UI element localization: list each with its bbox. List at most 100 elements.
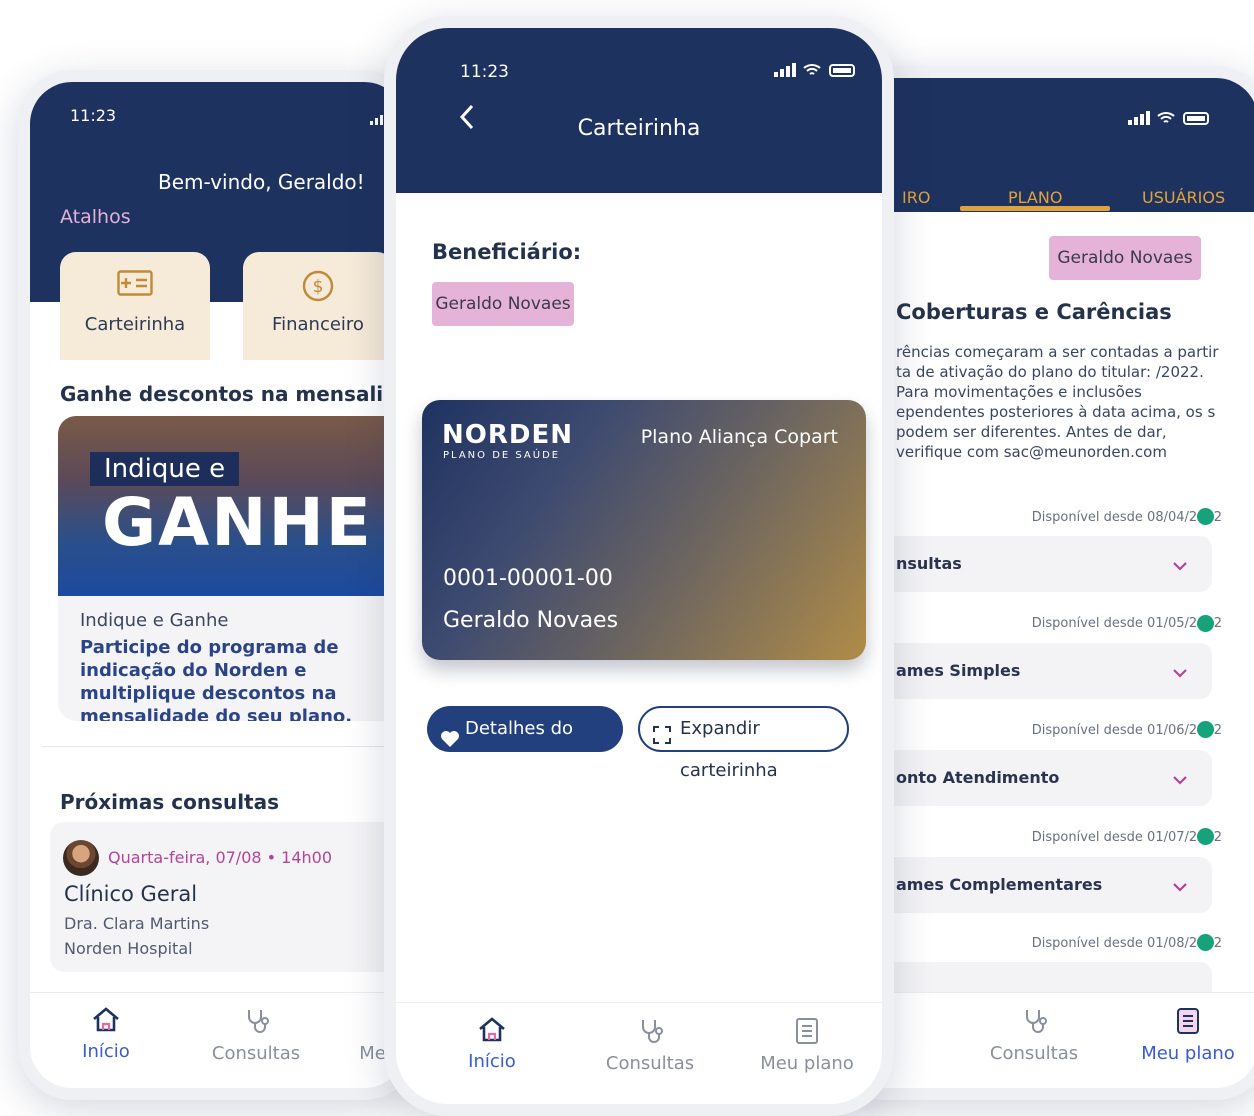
status-time: 11:23 <box>460 62 509 82</box>
status-dot <box>1197 828 1214 845</box>
shortcut-carteirinha[interactable]: Carteirinha <box>60 252 210 360</box>
document-icon <box>1128 1007 1248 1039</box>
document-icon <box>742 1017 872 1049</box>
coverage-text: rências começaram a ser contadas a parti… <box>896 343 1219 461</box>
promo-banner-tag: Indique e <box>90 452 240 486</box>
expand-card-label: Expandir carteirinha <box>680 718 778 781</box>
tab-label: Consultas <box>211 1043 301 1064</box>
promo-section-title: Ganhe descontos na mensalidade <box>60 382 418 406</box>
promo-card[interactable]: Indique e GANHE Indique e Ganhe Particip… <box>58 416 406 721</box>
status-time: 11:23 <box>70 106 117 125</box>
promo-subtitle: Indique e Ganhe <box>80 610 229 631</box>
phone-card-screen: 11:23 Carteirinha Beneficiário: Geraldo … <box>384 16 894 1116</box>
user-chip[interactable]: Geraldo Novaes <box>1049 236 1201 280</box>
chevron-down-icon <box>1172 556 1188 575</box>
dollar-circle-icon: $ <box>302 270 334 306</box>
shortcut-label: Carteirinha <box>84 314 186 335</box>
tab-financeiro[interactable]: IRO <box>902 188 930 207</box>
coverage-item[interactable]: ames Complementares <box>862 857 1212 913</box>
shortcut-label: Financeiro <box>272 314 364 335</box>
chevron-down-icon <box>1172 663 1188 682</box>
id-card-icon <box>117 270 153 300</box>
doctor-avatar <box>63 840 99 876</box>
plan-details-label: Detalhes do Plano <box>465 718 574 785</box>
welcome-message: Bem-vindo, Geraldo! <box>158 170 365 194</box>
chevron-down-icon <box>1172 877 1188 896</box>
stethoscope-icon <box>196 1007 316 1039</box>
tab-consultas[interactable]: Consultas <box>580 1017 720 1074</box>
tab-meu-plano[interactable]: Meu plano <box>1128 1007 1248 1064</box>
shortcuts-label: Atalhos <box>60 206 131 228</box>
promo-description: Participe do programa de indicação do No… <box>80 637 353 721</box>
coverage-item[interactable]: nsultas <box>862 536 1212 592</box>
tab-label: Meu plano <box>1141 1043 1235 1064</box>
availability-text: Disponível desde 01/08/2022 <box>1031 936 1222 951</box>
tab-inicio[interactable]: Início <box>46 1007 166 1062</box>
shortcut-financeiro[interactable]: $ Financeiro <box>243 252 393 360</box>
health-plan-card: NORDEN PLANO DE SAÚDE Plano Aliança Copa… <box>422 400 866 660</box>
next-appointments-title: Próximas consultas <box>60 790 280 814</box>
availability-text: Disponível desde 01/06/2022 <box>1031 723 1222 738</box>
tab-label: Consultas <box>989 1043 1079 1064</box>
plan-details-button[interactable]: Detalhes do Plano <box>427 706 623 785</box>
bottom-tab-bar: Início Consultas Meu plano <box>396 1002 882 1104</box>
chevron-down-icon <box>1172 770 1188 789</box>
bottom-tab-bar: Início Consultas Meu plano <box>30 992 406 1088</box>
card-brand-subtitle: PLANO DE SAÚDE <box>443 450 561 461</box>
tab-label: Início <box>82 1041 130 1062</box>
beneficiary-label: Beneficiário: <box>432 240 582 264</box>
tab-inicio[interactable]: Início <box>432 1017 552 1072</box>
home-icon <box>432 1017 552 1047</box>
stethoscope-icon <box>974 1007 1094 1039</box>
tab-consultas[interactable]: Consultas <box>974 1007 1094 1064</box>
appointment-hospital: Norden Hospital <box>64 939 193 958</box>
appointment-doctor: Dra. Clara Martins <box>64 914 210 933</box>
heart-icon <box>440 720 460 766</box>
coverage-title: Coberturas e Carências <box>896 300 1172 324</box>
tab-usuarios[interactable]: USUÁRIOS <box>1142 188 1225 207</box>
card-brand-logo: NORDEN <box>442 420 573 450</box>
coverage-item-label: onto Atendimento <box>896 768 1060 787</box>
card-plan-name: Plano Aliança Copart <box>640 426 838 448</box>
tab-plano[interactable]: PLANO <box>1008 188 1062 207</box>
beneficiary-chip[interactable]: Geraldo Novaes <box>432 282 574 326</box>
coverage-item-label: ames Complementares <box>896 875 1103 894</box>
coverage-item-label: nsultas <box>896 554 962 573</box>
promo-banner-headline: GANHE <box>102 484 373 561</box>
status-dot <box>1197 721 1214 738</box>
status-icons <box>774 62 864 82</box>
coverage-item[interactable]: ames Simples <box>862 643 1212 699</box>
status-dot <box>1197 934 1214 951</box>
showcase-stage: 11:23 Bem-vindo, Geraldo! Atalhos Cartei… <box>0 0 1254 1116</box>
stethoscope-icon <box>580 1017 720 1049</box>
appointment-specialty: Clínico Geral <box>64 882 198 906</box>
expand-card-button[interactable]: Expandir carteirinha <box>638 706 849 781</box>
tab-label: Meu plano <box>760 1053 854 1074</box>
expand-icon <box>652 719 672 761</box>
status-icons <box>1128 110 1218 130</box>
appointment-datetime: Quarta-feira, 07/08 • 14h00 <box>108 848 333 867</box>
promo-banner-image: Indique e GANHE <box>58 416 406 596</box>
availability-text: Disponível desde 01/07/2022 <box>1031 830 1222 845</box>
availability-text: Disponível desde 08/04/2022 <box>1031 510 1222 525</box>
card-holder-name: Geraldo Novaes <box>443 608 619 633</box>
section-divider <box>42 746 406 747</box>
bottom-tab-bar: o Consultas Meu plano <box>842 992 1254 1088</box>
coverage-item-label: ames Simples <box>896 661 1021 680</box>
tab-meu-plano[interactable]: Meu plano <box>742 1017 872 1074</box>
svg-text:$: $ <box>313 277 324 297</box>
coverage-item[interactable] <box>862 962 1212 992</box>
page-title: Carteirinha <box>577 116 701 141</box>
active-tab-indicator <box>960 206 1110 211</box>
status-dot <box>1197 508 1214 525</box>
home-icon <box>46 1007 166 1037</box>
appointment-card[interactable]: Quarta-feira, 07/08 • 14h00 Clínico Gera… <box>50 822 406 972</box>
tab-consultas[interactable]: Consultas <box>196 1007 316 1064</box>
tab-label: Início <box>468 1051 516 1072</box>
phone-home-screen: 11:23 Bem-vindo, Geraldo! Atalhos Cartei… <box>18 70 418 1100</box>
status-dot <box>1197 615 1214 632</box>
card-number: 0001-00001-00 <box>443 566 613 591</box>
availability-text: Disponível desde 01/05/2022 <box>1031 616 1222 631</box>
coverage-item[interactable]: onto Atendimento <box>862 750 1212 806</box>
tab-label: Consultas <box>605 1053 695 1074</box>
